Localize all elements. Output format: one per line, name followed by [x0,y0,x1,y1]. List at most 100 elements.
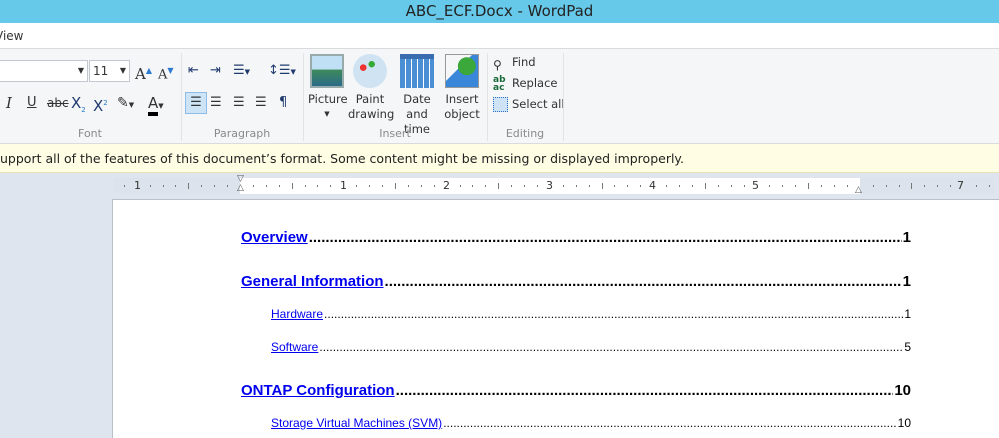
ruler-tick [459,185,461,187]
ruler-tick [149,185,151,187]
ruler-tick [265,185,267,187]
justify-icon: ☰ [255,95,267,110]
picture-button[interactable]: Picture ▼ [308,54,348,122]
indent-marker[interactable]: ▽ △ [236,175,245,193]
toc-entry[interactable]: Hardware1 [271,307,911,321]
ruler-tick [627,185,629,187]
justify-button[interactable]: ☰ [255,93,267,113]
ruler-tick [601,183,603,189]
ruler-tick [575,185,577,187]
picture-icon [310,54,344,88]
ruler-label: 1 [340,179,347,192]
ruler-tick [291,183,293,189]
increase-indent-button[interactable]: ⇥ [210,61,221,81]
indent-icon: ⇥ [210,63,221,78]
select-all-icon [493,97,508,112]
tab-view[interactable]: View [0,29,23,43]
ruler-tick [588,185,590,187]
ruler-tick [691,185,693,187]
toc-entry[interactable]: ONTAP Configuration10 [241,382,911,399]
find-button[interactable]: ⚲ Find [493,52,536,72]
align-right-button[interactable]: ☰ [233,93,245,113]
align-left-button[interactable]: ☰ [185,92,207,114]
toc-entry[interactable]: Software5 [271,340,911,354]
replace-icon: ab ac [493,75,506,93]
ruler-label: 4 [649,179,656,192]
ruler-tick [214,185,216,187]
ruler-tick [524,185,526,187]
palette-icon [353,54,387,88]
paragraph-button[interactable]: ¶ [279,93,287,113]
ruler-tick [872,185,874,187]
align-center-button[interactable]: ☰ [210,93,222,113]
ruler-tick [562,185,564,187]
ruler-tick [498,183,500,189]
ruler-tick [795,185,797,187]
ruler-tick [394,183,396,189]
window-title: ABC_ECF.Docx - WordPad [405,2,594,20]
line-spacing-button[interactable]: ↕☰▼ [268,61,296,82]
right-indent-marker[interactable]: △ [855,185,862,195]
ruler-tick [833,185,835,187]
replace-button[interactable]: ab ac Replace [493,73,558,93]
ruler-tick [485,185,487,187]
paint-drawing-button[interactable]: Paint drawing [348,54,394,122]
highlighter-icon: ✎ [117,95,129,111]
list-icon: ☰ [233,63,245,78]
shrink-font-button[interactable]: A▼ [158,61,174,85]
ruler-tick [433,185,435,187]
font-family-select[interactable]: ▼ [0,60,88,82]
ruler-tick [614,185,616,187]
ruler-tick [536,185,538,187]
ruler-tick [769,185,771,187]
decrease-indent-button[interactable]: ⇤ [188,61,199,81]
ruler-tick [511,185,513,187]
ruler-tick [188,183,190,189]
toc-entry[interactable]: Overview1 [241,229,911,246]
ruler-tick [304,185,306,187]
toc-entry[interactable]: Storage Virtual Machines (SVM)10 [271,416,911,430]
ruler-label: 7 [957,179,964,192]
insert-object-button[interactable]: Insert object [443,54,481,122]
ruler-tick [407,185,409,187]
date-time-button[interactable]: Date and time [393,54,441,137]
ruler-tick [679,185,681,187]
toc-entry[interactable]: General Information1 [241,273,911,290]
paragraph-icon: ¶ [279,95,288,110]
title-bar: ABC_ECF.Docx - WordPad [0,0,999,23]
strikethrough-button[interactable]: abc [47,93,69,113]
ruler-tick [937,185,939,187]
align-center-icon: ☰ [210,95,222,110]
font-group-label: Font [78,127,102,140]
ruler-tick [369,185,371,187]
ruler-tick [704,183,706,189]
align-right-icon: ☰ [233,95,245,110]
ruler-tick [885,185,887,187]
ruler-tick [252,185,254,187]
paragraph-group-label: Paragraph [213,127,271,140]
ruler-tick [808,183,810,189]
ruler-tick [201,185,203,187]
select-all-button[interactable]: Select all [493,94,565,114]
superscript-button[interactable]: X2 [93,93,108,116]
ruler-tick [356,185,358,187]
align-left-icon: ☰ [190,95,202,110]
line-spacing-icon: ↕☰ [268,63,291,78]
ruler-tick [175,185,177,187]
underline-button[interactable]: U [27,93,37,113]
object-icon [445,54,479,88]
ruler-tick [123,185,125,187]
ruler-tick [640,185,642,187]
ruler-tick [227,185,229,187]
insert-group-label: Insert [379,127,411,140]
subscript-button[interactable]: X2 [71,93,86,120]
highlight-button[interactable]: ✎▼ [117,93,134,115]
grow-font-button[interactable]: A▲ [135,61,152,84]
ruler-tick [472,185,474,187]
font-color-button[interactable]: A▼ [148,93,164,116]
chevron-down-icon: ▼ [77,66,84,75]
bullets-button[interactable]: ☰▼ [233,61,250,82]
italic-button[interactable]: I [6,93,12,113]
ruler-tick [420,185,422,187]
font-size-select[interactable]: 11 ▼ [89,60,130,82]
